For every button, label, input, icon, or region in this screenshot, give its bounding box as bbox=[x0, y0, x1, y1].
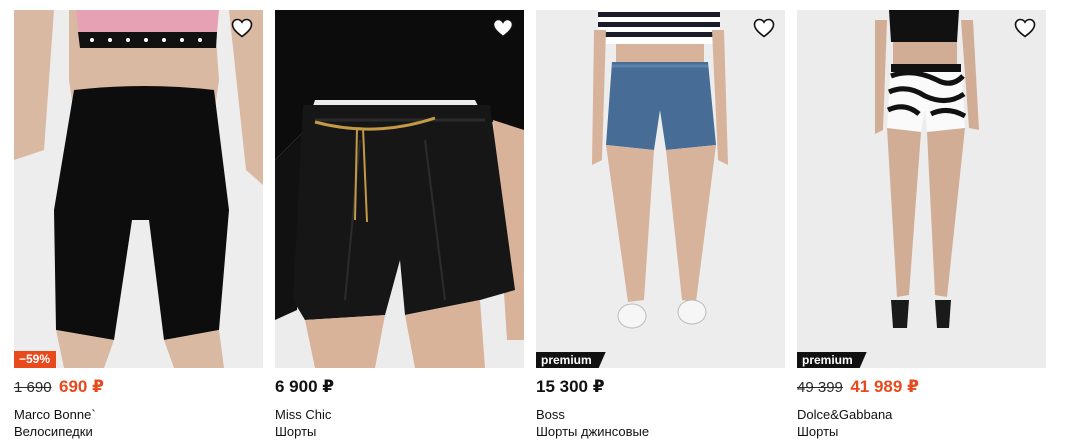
product-brand[interactable]: Miss Chic bbox=[275, 407, 331, 422]
product-brand[interactable]: Dolce&Gabbana bbox=[797, 407, 892, 422]
current-price: 690 ₽ bbox=[59, 377, 104, 396]
old-price: 1 690 bbox=[14, 379, 52, 396]
favorite-button[interactable] bbox=[1014, 18, 1038, 42]
price-block: 15 300 ₽ bbox=[536, 377, 605, 399]
current-price: 15 300 ₽ bbox=[536, 377, 605, 396]
favorite-button[interactable] bbox=[492, 18, 516, 42]
product-title[interactable]: Шорты bbox=[275, 424, 316, 439]
discount-badge: −59% bbox=[14, 351, 57, 368]
product-card[interactable]: −59% 1 690 690 ₽ Marco Bonne` Велосипедк… bbox=[14, 10, 263, 441]
product-title[interactable]: Велосипедки bbox=[14, 424, 93, 439]
premium-badge: premium bbox=[536, 352, 606, 368]
favorite-button[interactable] bbox=[231, 18, 255, 42]
product-brand[interactable]: Boss bbox=[536, 407, 565, 422]
product-card[interactable]: premium 15 300 ₽ Boss Шорты джинсовые bbox=[536, 10, 785, 441]
product-brand[interactable]: Marco Bonne` bbox=[14, 407, 96, 422]
product-image-leather-shorts bbox=[275, 10, 524, 368]
product-image-zebra-shorts bbox=[797, 10, 1046, 368]
product-photo[interactable]: premium bbox=[797, 10, 1046, 368]
current-price: 6 900 ₽ bbox=[275, 377, 335, 396]
heart-outline-icon bbox=[753, 18, 775, 38]
heart-outline-icon bbox=[1014, 18, 1036, 38]
product-card[interactable]: premium 49 399 41 989 ₽ Dolce&Gabbana Шо… bbox=[797, 10, 1046, 441]
old-price: 49 399 bbox=[797, 379, 843, 396]
price-block: 49 399 41 989 ₽ bbox=[797, 377, 919, 399]
product-title[interactable]: Шорты джинсовые bbox=[536, 424, 649, 439]
product-image-biker-shorts bbox=[14, 10, 263, 368]
price-block: 6 900 ₽ bbox=[275, 377, 334, 399]
product-card[interactable]: 6 900 ₽ Miss Chic Шорты bbox=[275, 10, 524, 441]
heart-outline-icon bbox=[492, 18, 514, 38]
favorite-button[interactable] bbox=[753, 18, 777, 42]
premium-badge: premium bbox=[797, 352, 867, 368]
product-image-denim-shorts bbox=[536, 10, 785, 368]
product-title[interactable]: Шорты bbox=[797, 424, 838, 439]
product-photo[interactable]: premium bbox=[536, 10, 785, 368]
product-grid: −59% 1 690 690 ₽ Marco Bonne` Велосипедк… bbox=[14, 10, 1054, 441]
current-price: 41 989 ₽ bbox=[850, 377, 919, 396]
product-photo[interactable] bbox=[275, 10, 524, 368]
heart-outline-icon bbox=[231, 18, 253, 38]
price-block: 1 690 690 ₽ bbox=[14, 377, 104, 399]
product-photo[interactable]: −59% bbox=[14, 10, 263, 368]
